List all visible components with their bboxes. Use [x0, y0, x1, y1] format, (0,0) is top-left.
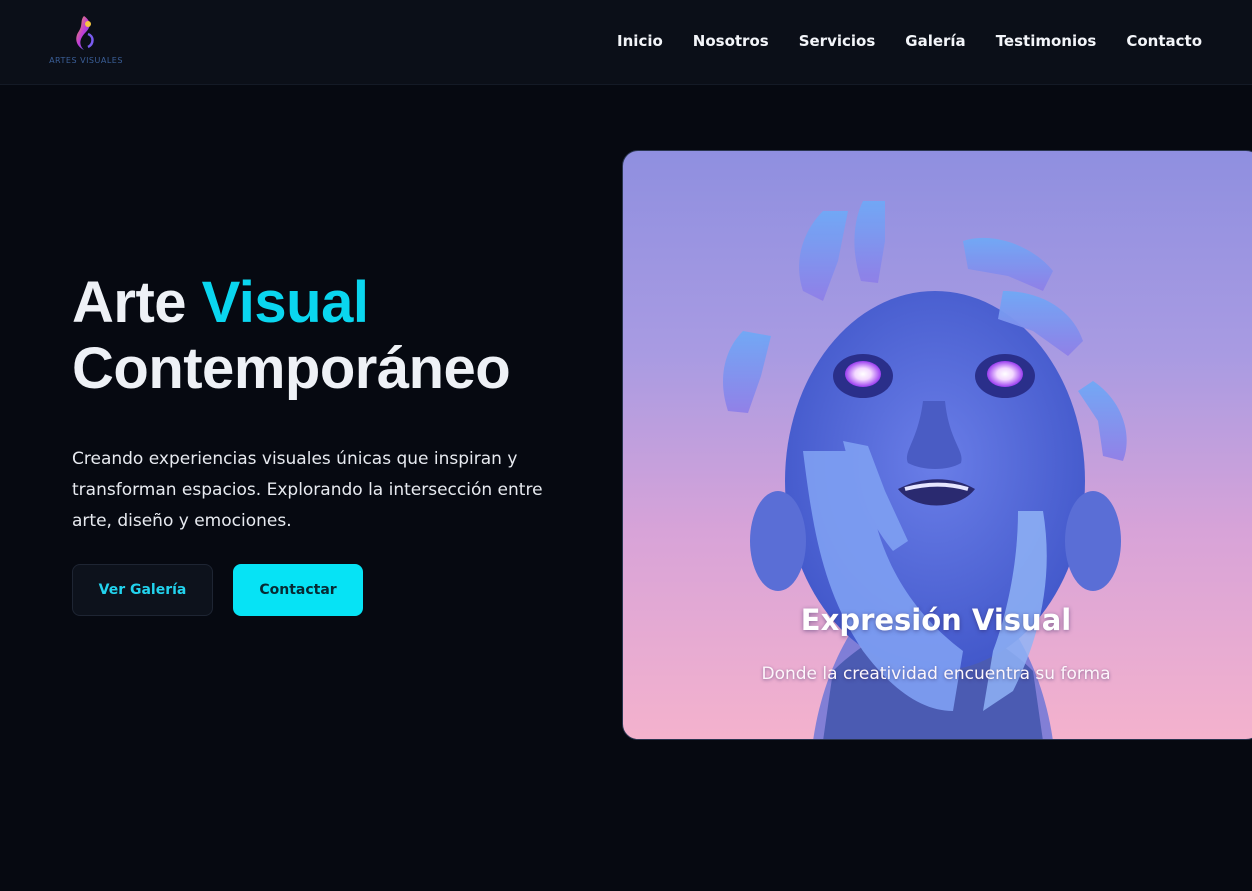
- nav-item-testimonios[interactable]: Testimonios: [996, 30, 1097, 52]
- logo-figure-icon: [76, 16, 94, 50]
- hero-image-card[interactable]: Expresión Visual Donde la creatividad en…: [622, 150, 1252, 740]
- hero-title-part2: Contemporáneo: [72, 336, 511, 401]
- logo-text: ARTES VISUALES: [49, 56, 123, 65]
- nav-item-galeria[interactable]: Galería: [905, 30, 965, 52]
- nav-item-inicio[interactable]: Inicio: [617, 30, 663, 52]
- hero-title-part1: Arte: [72, 270, 202, 335]
- card-subtitle: Donde la creatividad encuentra su forma: [761, 664, 1111, 684]
- hero-title-accent: Visual: [201, 270, 369, 335]
- site-header: ARTES VISUALES Inicio Nosotros Servicios…: [0, 0, 1252, 85]
- nav-item-nosotros[interactable]: Nosotros: [693, 30, 769, 52]
- card-title: Expresión Visual: [800, 603, 1072, 637]
- hero-title: Arte Visual Contemporáneo: [72, 270, 511, 402]
- brand-logo[interactable]: ARTES VISUALES: [38, 12, 130, 72]
- hero-description: Creando experiencias visuales únicas que…: [72, 449, 543, 531]
- nav-item-servicios[interactable]: Servicios: [799, 30, 876, 52]
- view-gallery-button[interactable]: Ver Galería: [72, 564, 213, 616]
- surreal-face-image: [723, 201, 1127, 739]
- nav-item-contacto[interactable]: Contacto: [1126, 30, 1202, 52]
- contact-button[interactable]: Contactar: [233, 564, 363, 616]
- main-nav: Inicio Nosotros Servicios Galería Testim…: [617, 30, 1202, 52]
